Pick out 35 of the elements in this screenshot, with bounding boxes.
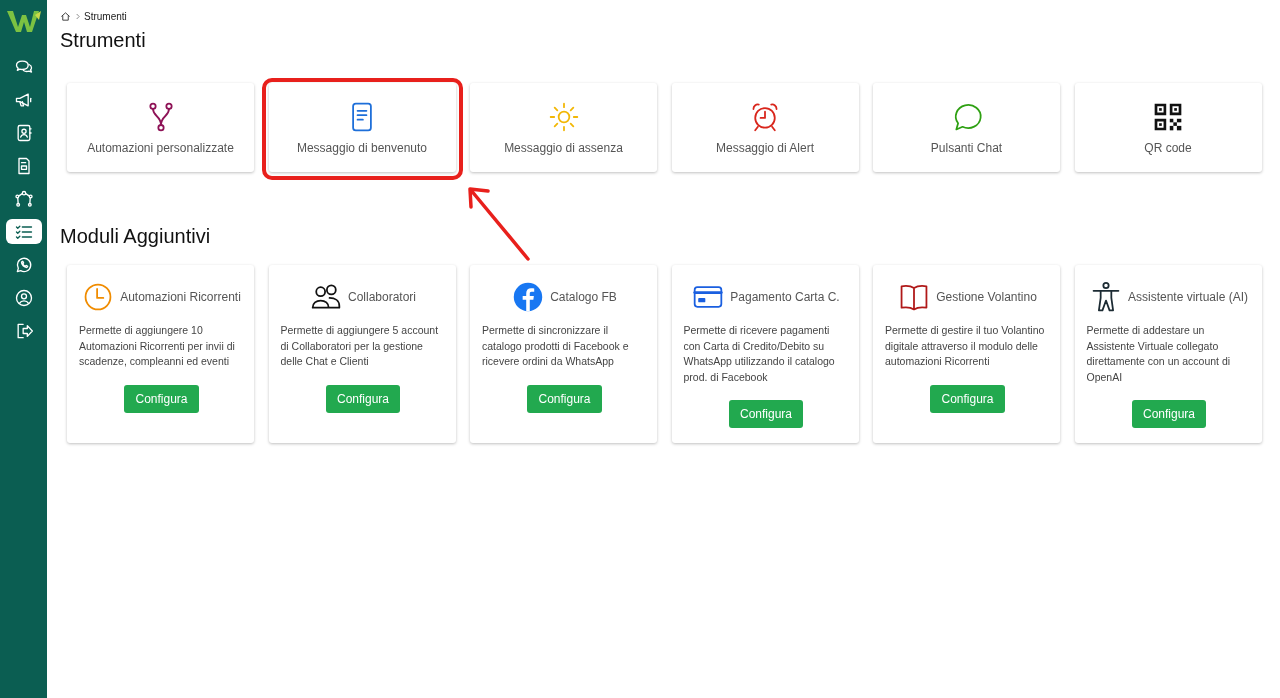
module-description: Permette di aggiungere 10 Automazioni Ricorrenti per invii di scadenze, compleanni ed eventi xyxy=(79,323,236,369)
tool-label: Pulsanti Chat xyxy=(930,140,1003,155)
breadcrumb-item: Strumenti xyxy=(84,11,127,22)
sun-icon xyxy=(547,100,580,133)
page-title: Strumenti xyxy=(60,29,147,52)
tool-card[interactable]: Messaggio di benvenuto xyxy=(268,83,456,172)
module-description: Permette di sincronizzare il catalogo prodotti di Facebook e ricevere ordini da WhatsApp xyxy=(482,323,630,369)
module-title: Automazioni Ricorrenti xyxy=(120,290,241,304)
tool-label: Messaggio di benvenuto xyxy=(296,140,428,155)
tool-card[interactable]: QR code xyxy=(1074,83,1262,172)
module-title: Pagamento Carta C. xyxy=(730,290,840,304)
facebook-icon xyxy=(512,281,545,313)
module-description: Permette di ricevere pagamenti con Carta di Credito/Debito su WhatsApp utilizzando il catalogo prod. di Facebook xyxy=(683,323,836,385)
tool-label: Messaggio di Alert xyxy=(715,140,815,155)
tool-label: Messaggio di assenza xyxy=(504,140,623,155)
tool-label: QR code xyxy=(1144,140,1192,155)
module-description: Permette di aggiungere 5 account di Collaboratori per la gestione delle Chat e Clienti xyxy=(280,323,440,369)
chevron-icon xyxy=(75,13,80,20)
module-title: Catalogo FB xyxy=(550,290,617,304)
module-description: Permette di addestare un Assistente Virtuale collegato direttamente con un account di OpenAI xyxy=(1086,323,1232,385)
module-title: Assistente virtuale (AI) xyxy=(1127,290,1248,304)
tool-label: Automazioni personalizzate xyxy=(87,140,234,155)
home-icon[interactable] xyxy=(60,11,71,22)
network-icon[interactable] xyxy=(13,188,34,209)
section-title: Moduli Aggiuntivi xyxy=(60,225,212,248)
module-title: Collaboratori xyxy=(347,290,416,304)
tool-card[interactable]: Pulsanti Chat xyxy=(873,83,1060,172)
tool-card[interactable]: Messaggio di Alert xyxy=(671,83,859,172)
sidebar-item[interactable] xyxy=(5,219,42,244)
logo-icon[interactable] xyxy=(5,8,42,34)
tool-card[interactable]: Messaggio di assenza xyxy=(470,83,657,172)
user-circle-icon[interactable] xyxy=(13,287,34,308)
tool-card[interactable]: Automazioni personalizzate xyxy=(67,83,254,172)
module-title: Gestione Volantino xyxy=(936,290,1037,304)
module-description: Permette di gestire il tuo Volantino digitale attraverso il modulo delle automazioni Ricorrenti xyxy=(885,323,1046,369)
